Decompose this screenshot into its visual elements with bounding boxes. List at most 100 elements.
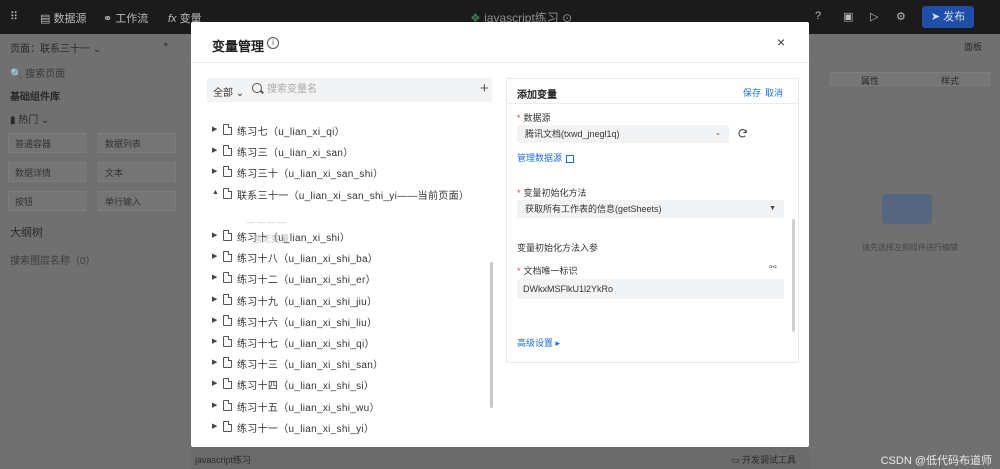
tree-item-label: 练习十六（u_lian_xi_shi_liu） — [237, 317, 378, 329]
tree-item[interactable]: ▶ 练习十一（u_lian_xi_shi_yi） — [207, 418, 477, 436]
filter-dropdown[interactable]: 全部 ⌄ — [213, 84, 244, 99]
page-search[interactable]: 🔍 搜索页面 — [10, 65, 65, 80]
caret-up-icon[interactable]: ▲ — [212, 189, 219, 196]
nav-datasource[interactable]: ▤ 数据源 — [40, 10, 86, 26]
page-file-icon — [223, 230, 232, 241]
search-icon — [252, 83, 262, 93]
clipped-row: — — — — — [247, 218, 286, 227]
caret-right-icon[interactable]: ▶ — [212, 379, 217, 387]
tree-item[interactable]: ▶ 练习十三（u_lian_xi_shi_san） — [207, 354, 477, 372]
page-file-icon — [223, 166, 232, 178]
tree-item[interactable]: ▶ 练习三十（u_lian_xi_san_shi） — [207, 163, 477, 181]
preview-icon[interactable]: ▷ — [870, 10, 878, 23]
empty-hint: 请先选择左侧组件进行编辑 — [862, 243, 958, 252]
page-file-icon — [223, 124, 232, 135]
tree-item-label: 练习七（u_lian_xi_qi） — [237, 127, 345, 138]
caret-right-icon[interactable]: ▶ — [212, 358, 217, 366]
component-tile[interactable]: 数据详情 — [8, 162, 86, 182]
tree-item[interactable]: ▶ 练习十（u_lian_xi_shi） — [207, 227, 477, 245]
caret-right-icon[interactable]: ▶ — [212, 167, 217, 175]
tree-item[interactable]: ▶ 练习十二（u_lian_xi_shi_er） — [207, 269, 477, 287]
tree-item-label: 联系三十一（u_lian_xi_san_shi_yi——当前页面） — [237, 190, 470, 202]
outline-tree-title: 大纲树 — [10, 227, 43, 239]
tree-item-label: 练习十二（u_lian_xi_shi_er） — [237, 275, 376, 287]
save-icon[interactable]: ▣ — [843, 10, 853, 23]
tree-item-label: 练习十九（u_lian_xi_shi_jiu） — [237, 296, 378, 308]
tree-item-label: 练习十四（u_lian_xi_shi_si） — [237, 381, 375, 393]
tab-properties[interactable]: 属性 — [861, 74, 879, 87]
close-icon[interactable]: × — [777, 34, 785, 50]
caret-right-icon[interactable]: ▶ — [212, 422, 217, 430]
tree-item-label: 练习三十（u_lian_xi_san_shi） — [237, 169, 384, 181]
publish-button[interactable]: ➤ 发布 — [922, 6, 974, 28]
page-file-icon — [223, 251, 232, 263]
component-tile[interactable]: 文本 — [98, 162, 176, 182]
cancel-button[interactable]: 取消 — [765, 86, 783, 99]
add-variable-icon[interactable]: + — [480, 80, 489, 97]
init-method-select[interactable]: 获取所有工作表的信息(getSheets) ▼ — [517, 200, 784, 218]
caret-right-icon[interactable]: ▶ — [212, 125, 217, 133]
caret-right-icon[interactable]: ▶ — [212, 295, 217, 303]
apps-grid-icon[interactable]: ⠿ — [10, 10, 18, 23]
settings-icon[interactable]: ⚙ — [896, 10, 906, 23]
nav-workflow[interactable]: ⚭ 工作流 — [103, 10, 148, 26]
variable-manager-dialog: 变量管理 i × 全部 ⌄ + — — — — ▶ 练习七（u_lian_xi_q… — [191, 22, 809, 447]
component-library-title: 基础组件库 — [10, 92, 60, 103]
page-file-icon — [223, 399, 232, 411]
page-selector[interactable]: 页面：联系三十一 ⌄ — [10, 40, 101, 55]
caret-right-icon[interactable]: ▶ — [212, 273, 217, 281]
dialog-header: 变量管理 i × — [191, 22, 809, 63]
hot-category[interactable]: ▮ 热门 ⌄ — [10, 111, 49, 126]
info-icon[interactable]: i — [267, 37, 279, 49]
bind-variable-icon[interactable]: ⚯ — [769, 262, 777, 273]
left-sidebar: 页面：联系三十一 ⌄ + 🔍 搜索页面 基础组件库 ▮ 热门 ⌄ 普通容器 数据… — [0, 34, 191, 454]
page-file-icon — [223, 378, 232, 390]
caret-down-icon: ▼ — [769, 205, 776, 212]
component-tile[interactable]: 数据列表 — [98, 133, 176, 153]
tree-item[interactable]: ▶ 练习十七（u_lian_xi_shi_qi） — [207, 333, 477, 351]
caret-right-icon[interactable]: ▶ — [212, 146, 217, 154]
variable-search-input[interactable] — [267, 82, 457, 97]
caret-right-icon[interactable]: ▶ — [212, 252, 217, 260]
tree-item[interactable]: ▶ 练习十九（u_lian_xi_shi_jiu） — [207, 291, 477, 309]
page-file-icon — [223, 272, 232, 284]
advanced-settings-toggle[interactable]: 高级设置 ▸ — [517, 336, 560, 349]
page-file-icon — [223, 336, 232, 347]
panel-header: 添加变量 保存 取消 — [507, 79, 798, 104]
datasource-label: * 数据源 — [517, 113, 551, 123]
component-tile[interactable]: 普通容器 — [8, 133, 86, 153]
external-link-icon — [566, 154, 575, 163]
save-button[interactable]: 保存 — [743, 86, 761, 99]
tree-item[interactable]: ▶ 练习七（u_lian_xi_qi） — [207, 121, 477, 139]
caret-right-icon[interactable]: ▶ — [212, 231, 217, 239]
dev-tools-button[interactable]: ▭ 开发调试工具 — [731, 453, 796, 466]
caret-right-icon[interactable]: ▶ — [212, 337, 217, 345]
tab-styles[interactable]: 样式 — [941, 74, 959, 87]
refresh-icon[interactable] — [737, 128, 748, 139]
panel-scrollbar[interactable] — [792, 219, 795, 332]
caret-right-icon[interactable]: ▶ — [212, 401, 217, 409]
variable-toolbar: 全部 ⌄ + — [207, 78, 492, 102]
tree-item[interactable]: ▲ 联系三十一（u_lian_xi_san_shi_yi——当前页面） — [207, 185, 477, 203]
init-method-label: * 变量初始化方法 — [517, 188, 587, 198]
tree-item[interactable]: ▶ 练习十四（u_lian_xi_shi_si） — [207, 375, 477, 393]
help-icon[interactable]: ? — [815, 10, 821, 22]
component-tile[interactable]: 按钮 — [8, 191, 86, 211]
tree-item-label: 练习十八（u_lian_xi_shi_ba） — [237, 254, 379, 266]
tree-item[interactable]: ▶ 练习十八（u_lian_xi_shi_ba） — [207, 248, 477, 266]
tree-item[interactable]: ▶ 练习十五（u_lian_xi_shi_wu） — [207, 397, 477, 415]
outline-search[interactable]: 搜索图层名称（0） — [10, 252, 96, 267]
datasource-select[interactable]: 腾讯文档(txwd_jnegl1q) ⌄ — [517, 125, 729, 143]
tree-scrollbar[interactable] — [490, 262, 493, 408]
component-tile[interactable]: 单行输入 — [98, 191, 176, 211]
tree-item[interactable]: ▶ 练习十六（u_lian_xi_shi_liu） — [207, 312, 477, 330]
caret-right-icon[interactable]: ▶ — [212, 316, 217, 324]
add-page-icon[interactable]: + — [163, 40, 169, 51]
tree-item[interactable]: ▶ 练习三（u_lian_xi_san） — [207, 142, 477, 160]
project-name: javascript练习 — [195, 455, 252, 465]
panel-title: 添加变量 — [517, 90, 557, 101]
manage-datasource-link[interactable]: 管理数据源 — [517, 151, 575, 164]
doc-id-label: * 文档唯一标识 — [517, 266, 578, 276]
doc-id-input[interactable] — [517, 279, 784, 299]
right-panel: 面板 属性 样式 请先选择左侧组件进行编辑 — [810, 34, 1000, 454]
